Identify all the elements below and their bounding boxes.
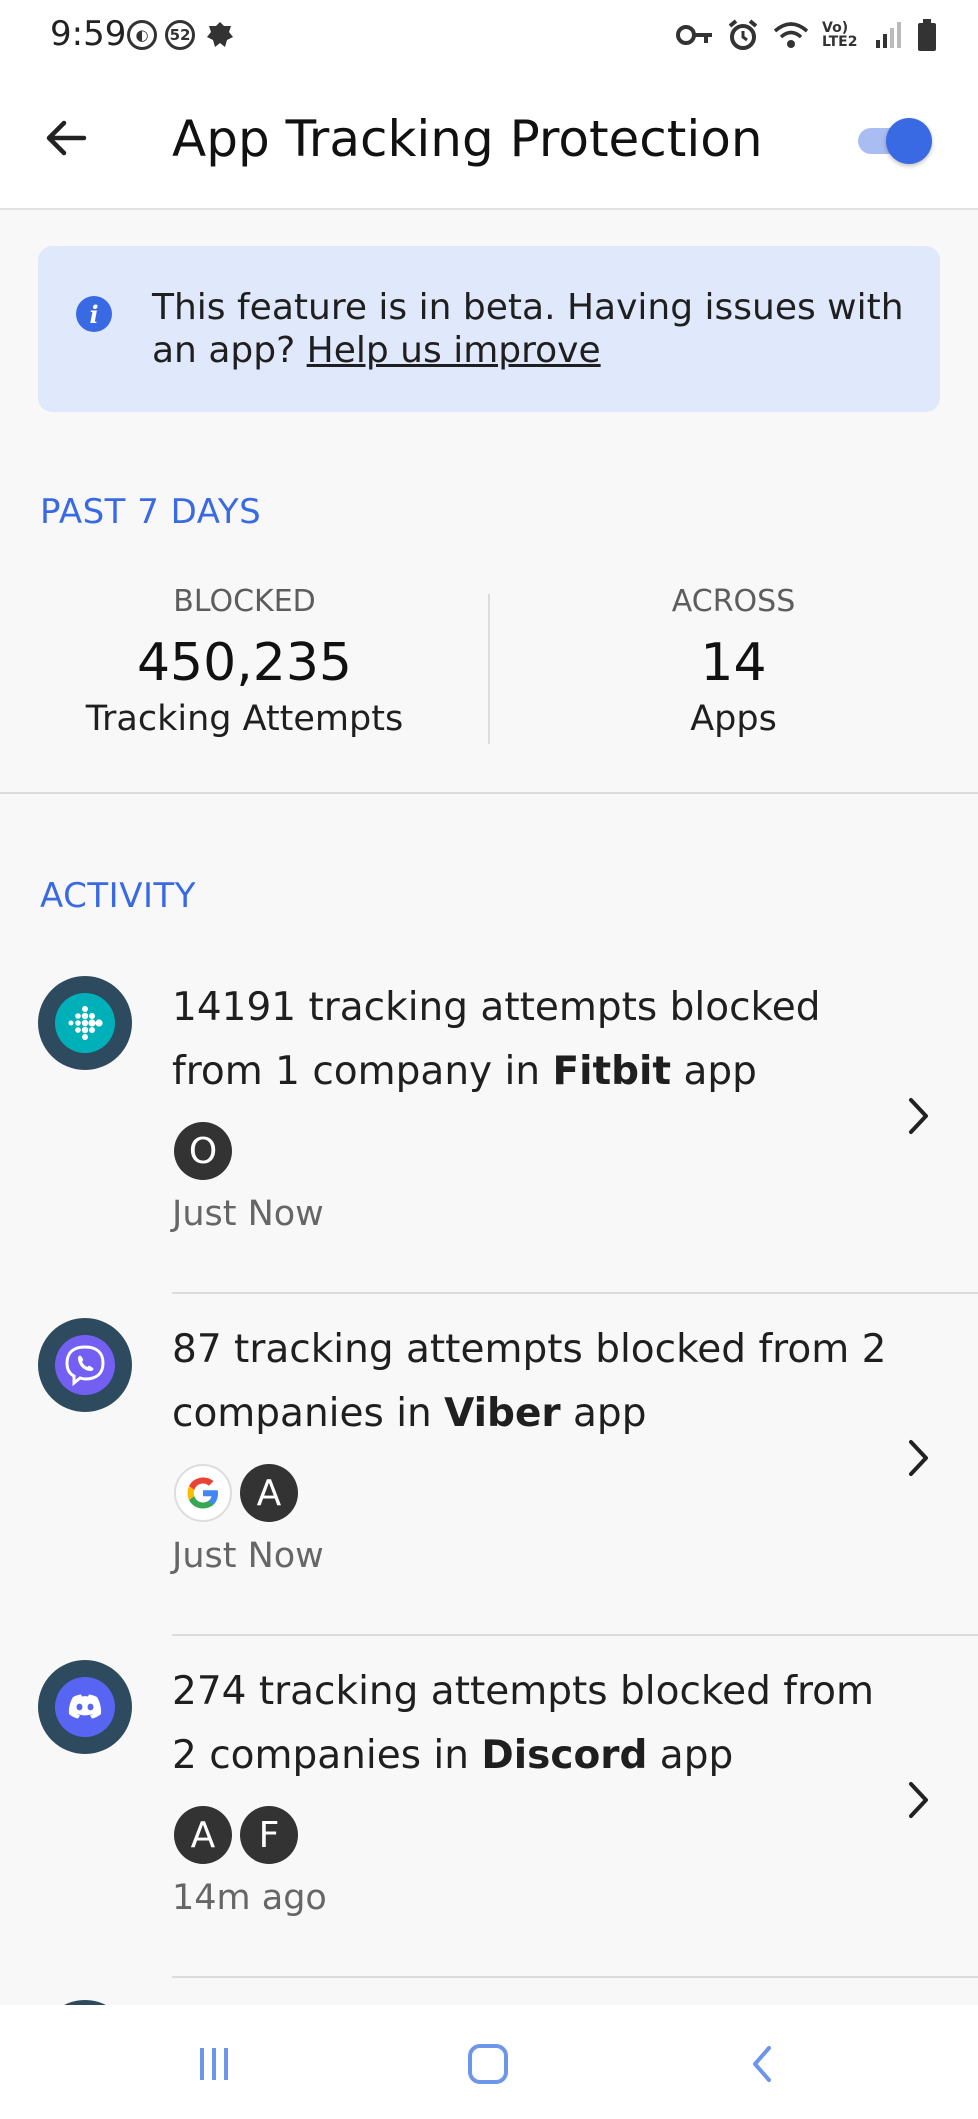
item-divider [172,1292,978,1294]
status-bar: 9:59 ◐ 52 Vo) LTE2 [0,0,978,72]
activity-app-name: Fitbit [552,1049,672,1094]
across-stat: ACROSS 14 Apps [489,584,978,739]
activity-time: Just Now [172,1194,324,1234]
company-badge: F [240,1806,298,1864]
system-back-button[interactable] [732,2039,792,2089]
duckduckgo-notification-icon: ◐ [127,20,157,50]
arrow-back-icon [46,120,87,156]
fitbit-icon [38,976,132,1070]
activity-item-viber[interactable]: 87 tracking attempts blocked from 2 comp… [0,1318,978,1658]
activity-heading: ACTIVITY [40,876,197,916]
home-button[interactable] [458,2039,518,2089]
activity-time: 14m ago [172,1878,327,1918]
across-label: ACROSS [671,584,796,619]
signal-icon [876,22,901,48]
chevron-left-icon [753,2046,771,2082]
company-badge: O [174,1122,232,1180]
section-divider [0,792,978,794]
toggle-thumb [886,118,932,164]
activity-description: 87 tracking attempts blocked from 2 comp… [172,1318,892,1446]
company-badges: A F [174,1806,298,1864]
past-7-days-heading: PAST 7 DAYS [40,492,262,532]
blocked-label: BLOCKED [173,584,316,619]
google-company-icon [174,1464,232,1522]
chevron-right-icon [898,1086,938,1146]
protection-toggle[interactable] [856,118,932,164]
blocked-stat: BLOCKED 450,235 Tracking Attempts [0,584,489,739]
company-badges: O [174,1122,232,1180]
across-value: 14 [700,633,767,693]
across-sublabel: Apps [690,699,777,739]
beta-info-banner: i This feature is in beta. Having issues… [38,246,940,412]
home-icon [468,2044,508,2084]
settings-notification-icon [207,22,233,47]
app-bar: App Tracking Protection [0,72,978,210]
wifi-icon [773,22,809,48]
viber-icon [38,1318,132,1412]
company-badges: A [174,1464,298,1522]
activity-text-suffix: app [560,1391,647,1436]
company-badge: A [174,1806,232,1864]
activity-description: 274 tracking attempts blocked from 2 com… [172,1660,892,1788]
page-title: App Tracking Protection [172,110,763,168]
item-divider [172,1976,978,1978]
beta-message: This feature is in beta. Having issues w… [152,286,912,372]
vpn-key-icon [676,25,712,45]
activity-item-discord[interactable]: 274 tracking attempts blocked from 2 com… [0,1660,978,2000]
activity-text-suffix: app [671,1049,757,1094]
activity-description: 14191 tracking attempts blocked from 1 c… [172,976,892,1104]
activity-time: Just Now [172,1536,324,1576]
activity-item-fitbit[interactable]: 14191 tracking attempts blocked from 1 c… [0,976,978,1316]
notification-count-badge: 52 [165,20,195,50]
system-navigation-bar [0,2005,978,2119]
blocked-value: 450,235 [136,633,353,693]
status-system-icons: Vo) LTE2 [676,18,938,52]
company-badge: A [240,1464,298,1522]
alarm-icon [728,19,758,50]
recent-apps-icon [200,2048,228,2080]
help-us-improve-link[interactable]: Help us improve [307,330,601,371]
recent-apps-button[interactable] [184,2039,244,2089]
activity-app-name: Discord [481,1733,648,1778]
status-notification-icons: ◐ 52 [127,18,237,52]
status-time: 9:59 [50,14,127,54]
back-button[interactable] [36,108,96,168]
chevron-right-icon [898,1770,938,1830]
info-icon: i [76,296,112,332]
stats-summary: BLOCKED 450,235 Tracking Attempts ACROSS… [0,584,978,754]
battery-icon [918,19,936,51]
network-type-label: Vo) LTE2 [822,20,858,50]
discord-icon [38,1660,132,1754]
item-divider [172,1634,978,1636]
blocked-sublabel: Tracking Attempts [85,699,404,739]
chevron-right-icon [898,1428,938,1488]
activity-app-name: Viber [444,1391,561,1436]
activity-text-suffix: app [647,1733,734,1778]
